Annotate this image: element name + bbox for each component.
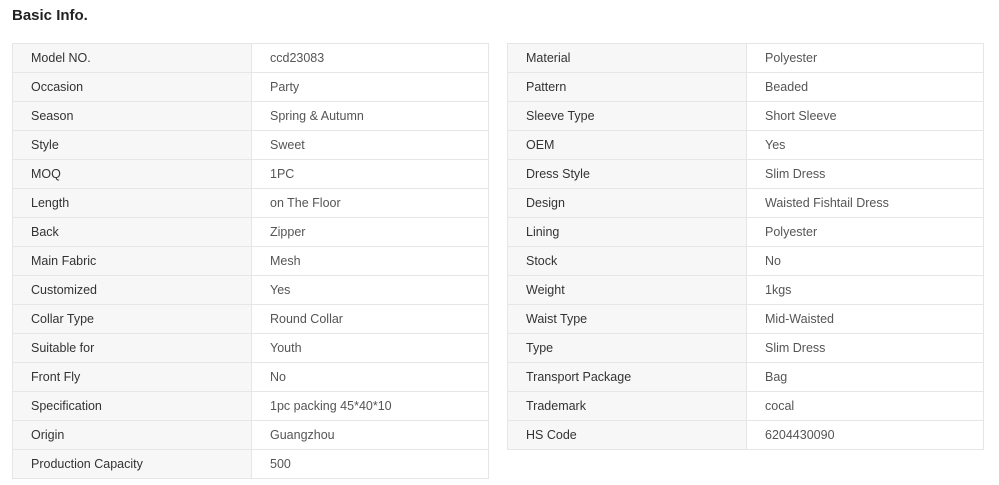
section-title: Basic Info. (12, 7, 88, 24)
row-value: Yes (251, 275, 489, 305)
row-value: Round Collar (251, 304, 489, 334)
table-row: Production Capacity 500 (12, 449, 489, 479)
table-row: Back Zipper (12, 217, 489, 247)
row-label: Style (12, 130, 252, 160)
row-label: Customized (12, 275, 252, 305)
row-label: Front Fly (12, 362, 252, 392)
row-value: Party (251, 72, 489, 102)
row-label: Stock (507, 246, 747, 276)
table-row: Specification 1pc packing 45*40*10 (12, 391, 489, 421)
table-row: Model NO. ccd23083 (12, 43, 489, 73)
row-value: Sweet (251, 130, 489, 160)
table-row: Stock No (507, 246, 984, 276)
table-row: Trademark cocal (507, 391, 984, 421)
row-value: cocal (746, 391, 984, 421)
row-label: Origin (12, 420, 252, 450)
row-value: Short Sleeve (746, 101, 984, 131)
row-value: Slim Dress (746, 159, 984, 189)
row-label: Dress Style (507, 159, 747, 189)
row-label: Season (12, 101, 252, 131)
table-row: Customized Yes (12, 275, 489, 305)
row-label: Occasion (12, 72, 252, 102)
row-value: Guangzhou (251, 420, 489, 450)
table-row: MOQ 1PC (12, 159, 489, 189)
row-value: 1pc packing 45*40*10 (251, 391, 489, 421)
row-label: Model NO. (12, 43, 252, 73)
table-row: Occasion Party (12, 72, 489, 102)
table-row: Pattern Beaded (507, 72, 984, 102)
row-label: Collar Type (12, 304, 252, 334)
row-label: Specification (12, 391, 252, 421)
table-row: Design Waisted Fishtail Dress (507, 188, 984, 218)
row-value: Yes (746, 130, 984, 160)
row-label: Suitable for (12, 333, 252, 363)
row-value: Spring & Autumn (251, 101, 489, 131)
row-value: Mid-Waisted (746, 304, 984, 334)
row-value: on The Floor (251, 188, 489, 218)
row-value: Zipper (251, 217, 489, 247)
row-label: Material (507, 43, 747, 73)
row-label: Back (12, 217, 252, 247)
table-row: Suitable for Youth (12, 333, 489, 363)
row-value: 500 (251, 449, 489, 479)
row-value: Waisted Fishtail Dress (746, 188, 984, 218)
row-value: No (746, 246, 984, 276)
row-value: Slim Dress (746, 333, 984, 363)
table-row: Collar Type Round Collar (12, 304, 489, 334)
table-row: Lining Polyester (507, 217, 984, 247)
table-row: Transport Package Bag (507, 362, 984, 392)
row-value: Polyester (746, 43, 984, 73)
row-value: Bag (746, 362, 984, 392)
row-value: 1kgs (746, 275, 984, 305)
table-row: Weight 1kgs (507, 275, 984, 305)
row-label: Production Capacity (12, 449, 252, 479)
table-row: Material Polyester (507, 43, 984, 73)
table-row: Length on The Floor (12, 188, 489, 218)
basic-info-table-right: Material Polyester Pattern Beaded Sleeve T… (507, 43, 984, 450)
table-row: Style Sweet (12, 130, 489, 160)
row-value: Polyester (746, 217, 984, 247)
row-label: Trademark (507, 391, 747, 421)
row-label: MOQ (12, 159, 252, 189)
row-label: Length (12, 188, 252, 218)
table-row: Season Spring & Autumn (12, 101, 489, 131)
row-value: Youth (251, 333, 489, 363)
table-row: HS Code 6204430090 (507, 420, 984, 450)
table-row: Front Fly No (12, 362, 489, 392)
row-value: 6204430090 (746, 420, 984, 450)
row-value: Mesh (251, 246, 489, 276)
row-label: Pattern (507, 72, 747, 102)
row-label: HS Code (507, 420, 747, 450)
row-value: ccd23083 (251, 43, 489, 73)
row-label: Transport Package (507, 362, 747, 392)
row-value: No (251, 362, 489, 392)
table-row: Origin Guangzhou (12, 420, 489, 450)
row-label: OEM (507, 130, 747, 160)
row-label: Weight (507, 275, 747, 305)
table-row: OEM Yes (507, 130, 984, 160)
basic-info-table-left: Model NO. ccd23083 Occasion Party Season Sp… (12, 43, 489, 479)
row-label: Lining (507, 217, 747, 247)
table-row: Main Fabric Mesh (12, 246, 489, 276)
row-label: Design (507, 188, 747, 218)
row-value: Beaded (746, 72, 984, 102)
row-label: Waist Type (507, 304, 747, 334)
table-row: Waist Type Mid-Waisted (507, 304, 984, 334)
row-label: Sleeve Type (507, 101, 747, 131)
row-value: 1PC (251, 159, 489, 189)
table-row: Type Slim Dress (507, 333, 984, 363)
table-row: Sleeve Type Short Sleeve (507, 101, 984, 131)
row-label: Type (507, 333, 747, 363)
table-row: Dress Style Slim Dress (507, 159, 984, 189)
row-label: Main Fabric (12, 246, 252, 276)
